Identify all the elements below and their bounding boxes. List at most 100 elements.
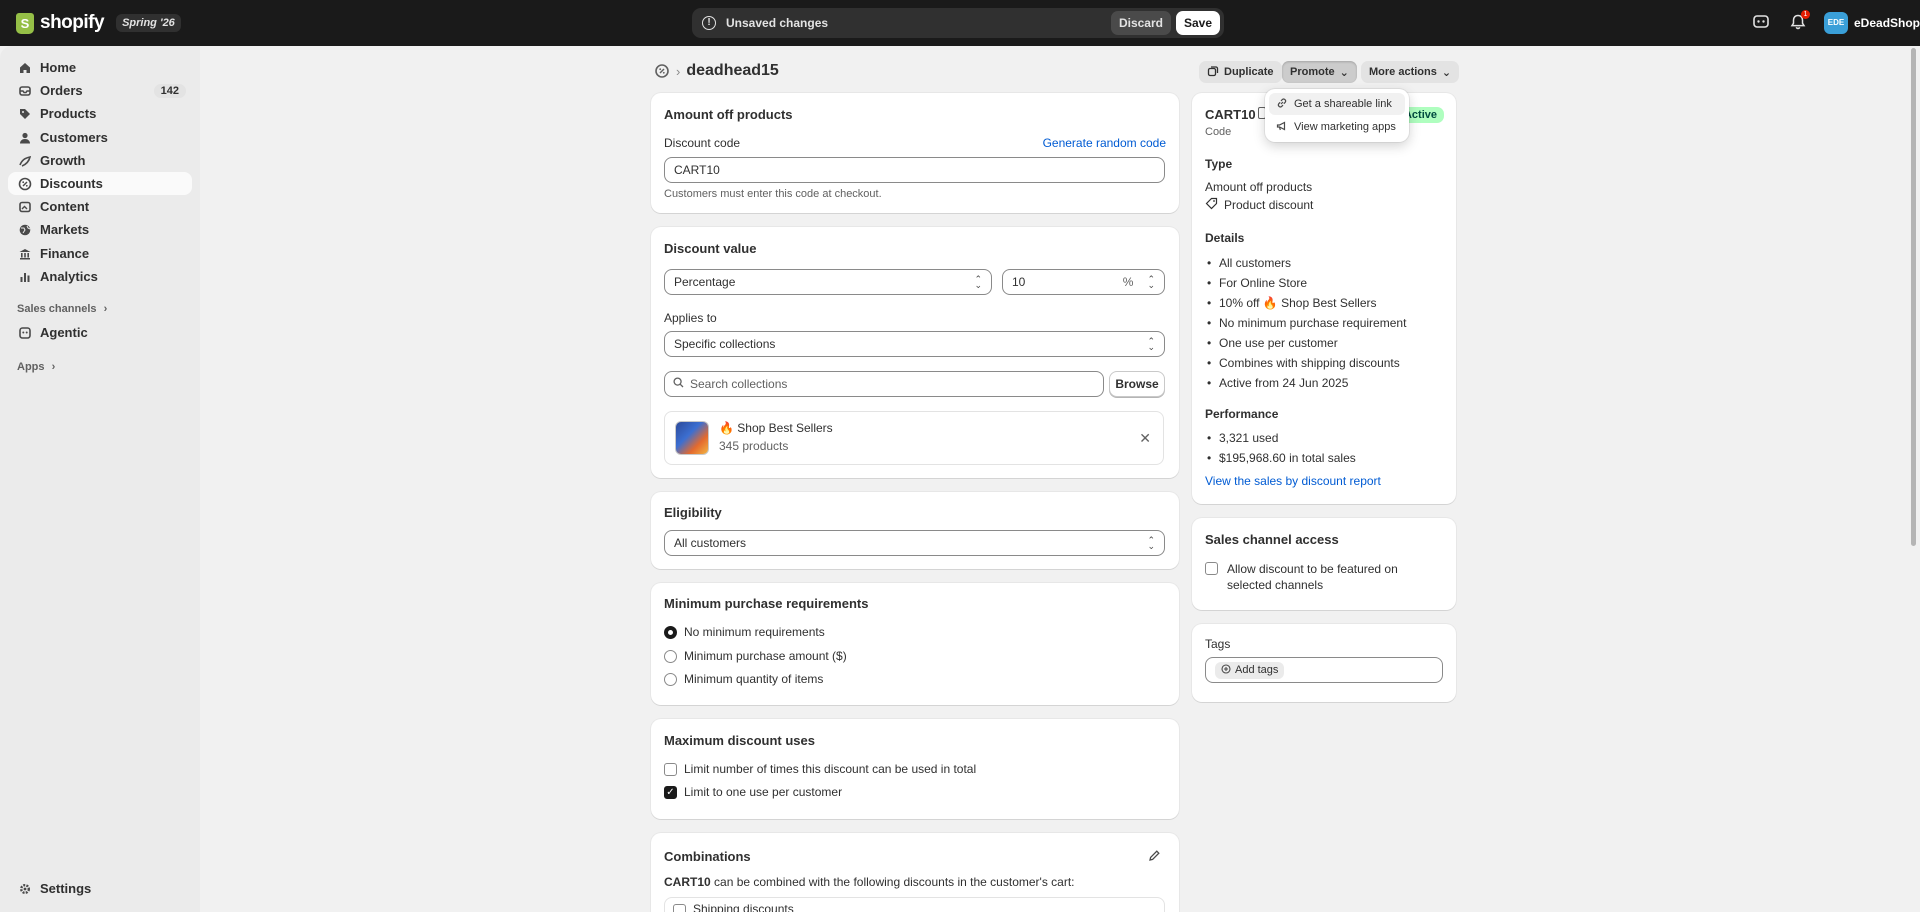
remove-collection-icon[interactable]: ✕ xyxy=(1139,430,1151,447)
duplicate-button[interactable]: Duplicate xyxy=(1199,61,1282,83)
bank-icon xyxy=(18,247,32,261)
page-scrollbar[interactable] xyxy=(1911,48,1916,546)
search-collections-input[interactable]: Search collections xyxy=(664,371,1104,397)
apps-label: Apps xyxy=(17,361,45,373)
megaphone-icon xyxy=(1276,120,1288,135)
add-tags-chip[interactable]: Add tags xyxy=(1215,661,1285,679)
menu-item-marketing-apps[interactable]: View marketing apps xyxy=(1269,116,1405,138)
gear-icon xyxy=(18,882,32,896)
duplicate-label: Duplicate xyxy=(1224,66,1274,78)
combinations-card: Combinations CART10 can be combined with… xyxy=(651,833,1179,912)
notifications-bell-icon[interactable]: 1 xyxy=(1789,10,1810,33)
link-icon xyxy=(1276,97,1288,112)
checkbox-one-per-customer[interactable]: ✓ xyxy=(664,786,677,799)
detail-item: For Online Store xyxy=(1207,276,1307,290)
unsaved-changes-bar: ! Unsaved changes Discard Save xyxy=(692,8,1224,38)
shopify-bag-icon: S xyxy=(16,12,34,34)
stepper-arrows-icon[interactable]: ⌃ ⌄ xyxy=(1147,275,1155,290)
type-heading: Type xyxy=(1205,157,1233,171)
search-icon xyxy=(673,377,684,391)
discount-breadcrumb-icon[interactable] xyxy=(654,63,670,79)
apps-heading[interactable]: Apps › xyxy=(17,361,55,373)
detail-amount: 10% off xyxy=(1219,296,1260,310)
store-menu[interactable]: EDE eDeadShop xyxy=(1824,12,1920,34)
detail-item: 10% off 🔥 Shop Best Sellers xyxy=(1207,296,1376,310)
sales-channels-label: Sales channels xyxy=(17,303,97,315)
select-arrows-icon: ⌃ ⌄ xyxy=(1147,336,1155,352)
featured-channels-label-line: Allow discount to be featured on xyxy=(1227,562,1398,576)
sidebar-item-finance[interactable]: Finance xyxy=(8,242,192,265)
eligibility-select[interactable]: All customers ⌃ ⌄ xyxy=(664,530,1165,556)
radio-minimum-quantity[interactable] xyxy=(664,673,677,686)
edit-pencil-icon[interactable] xyxy=(1148,849,1161,865)
breadcrumb: › deadhead15 xyxy=(654,62,779,80)
sidebar-item-label: Agentic xyxy=(40,325,88,340)
shopify-logo[interactable]: S shopify Spring '26 xyxy=(16,12,181,34)
card-title: Sales channel access xyxy=(1205,532,1339,547)
discount-code-label: Discount code xyxy=(664,136,741,150)
sidebar-item-growth[interactable]: Growth xyxy=(8,149,192,172)
top-bar: S shopify Spring '26 ! Unsaved changes D… xyxy=(0,0,1920,46)
sidebar-item-analytics[interactable]: Analytics xyxy=(8,265,192,288)
add-tags-label: Add tags xyxy=(1235,664,1279,676)
sidebar-item-settings[interactable]: Settings xyxy=(8,877,192,900)
tags-card: Tags Add tags xyxy=(1192,624,1456,702)
sidebar-item-content[interactable]: Content xyxy=(8,195,192,218)
discount-type-value: Percentage xyxy=(674,275,736,289)
featured-channels-checkbox[interactable] xyxy=(1205,562,1218,575)
summary-code: CART10 xyxy=(1205,107,1256,122)
tag-icon xyxy=(1205,197,1218,213)
unsaved-message: Unsaved changes xyxy=(726,16,829,30)
sidebar-item-products[interactable]: Products xyxy=(8,102,192,125)
menu-item-label: View marketing apps xyxy=(1294,121,1396,133)
sidebar-item-label: Analytics xyxy=(40,269,98,284)
more-actions-button[interactable]: More actions ⌄ xyxy=(1361,61,1460,83)
browse-button[interactable]: Browse xyxy=(1109,371,1165,397)
shipping-discounts-checkbox[interactable] xyxy=(673,904,686,912)
performance-item: 3,321 used xyxy=(1207,431,1278,445)
sidebar-item-home[interactable]: Home xyxy=(8,56,192,79)
discount-type-select[interactable]: Percentage ⌃ ⌄ xyxy=(664,269,992,295)
type-kind-label: Product discount xyxy=(1224,198,1314,212)
collection-title: 🔥 Shop Best Sellers xyxy=(719,421,833,435)
card-title: Maximum discount uses xyxy=(664,733,815,748)
sidebar-item-orders[interactable]: Orders 142 xyxy=(8,79,192,102)
orders-icon xyxy=(18,84,32,98)
sidebar: Home Orders 142 Products Customers Growt… xyxy=(0,46,200,912)
agent-chat-icon[interactable] xyxy=(1752,13,1772,33)
sales-report-link[interactable]: View the sales by discount report xyxy=(1205,474,1381,488)
tags-input[interactable]: Add tags xyxy=(1205,657,1443,683)
sales-channel-access-card: Sales channel access Allow discount to b… xyxy=(1192,518,1456,610)
sidebar-item-customers[interactable]: Customers xyxy=(8,126,192,149)
applies-to-select[interactable]: Specific collections ⌃ ⌄ xyxy=(664,331,1165,357)
discard-button[interactable]: Discard xyxy=(1110,11,1171,35)
option-label: No minimum requirements xyxy=(684,625,825,639)
radio-no-minimum[interactable] xyxy=(664,626,677,639)
save-button[interactable]: Save xyxy=(1175,11,1220,35)
growth-icon xyxy=(18,154,32,168)
sidebar-item-label: Home xyxy=(40,60,77,75)
browse-label: Browse xyxy=(1115,377,1159,391)
promote-button[interactable]: Promote ⌄ xyxy=(1282,61,1357,83)
discount-code-input[interactable]: CART10 xyxy=(664,157,1165,183)
combinations-description: CART10 can be combined with the followin… xyxy=(664,875,1075,889)
checkbox-limit-total[interactable] xyxy=(664,763,677,776)
discount-amount-input[interactable]: 10 % ⌃ ⌄ xyxy=(1002,269,1165,295)
sidebar-item-agentic[interactable]: Agentic xyxy=(8,321,192,344)
radio-minimum-amount[interactable] xyxy=(664,650,677,663)
sidebar-item-markets[interactable]: Markets xyxy=(8,218,192,241)
eligibility-value: All customers xyxy=(674,536,747,550)
sidebar-item-discounts[interactable]: Discounts xyxy=(8,172,192,195)
tags-label: Tags xyxy=(1205,637,1231,651)
sales-channels-heading[interactable]: Sales channels › xyxy=(17,303,107,315)
generate-random-code-link[interactable]: Generate random code xyxy=(1043,136,1166,150)
collection-thumbnail xyxy=(675,421,709,455)
person-icon xyxy=(18,131,32,145)
type-kind: Product discount xyxy=(1205,197,1313,213)
option-label: Limit to one use per customer xyxy=(684,785,843,799)
combination-option-row: Shipping discounts xyxy=(664,897,1165,912)
menu-item-shareable-link[interactable]: Get a shareable link xyxy=(1269,93,1405,115)
combination-option-label: Shipping discounts xyxy=(693,902,794,912)
detail-item: One use per customer xyxy=(1207,336,1338,350)
applies-to-value: Specific collections xyxy=(674,337,776,351)
